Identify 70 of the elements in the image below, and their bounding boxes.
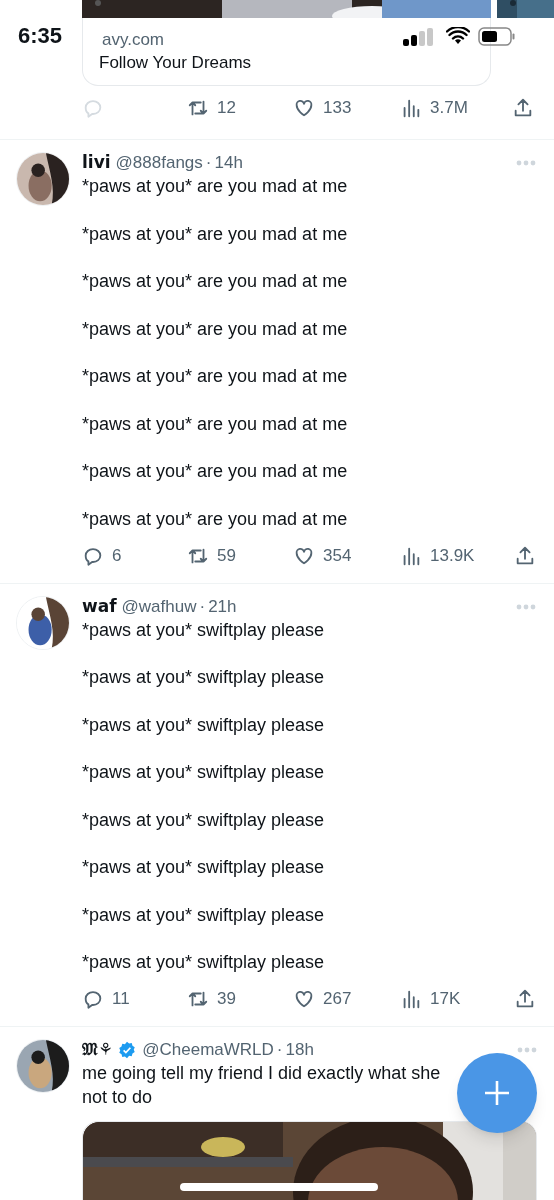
post-text: *paws at you* are you mad at me bbox=[82, 507, 349, 531]
post-text: *paws at you* swiftplay please bbox=[82, 808, 326, 832]
count: 3.7M bbox=[430, 97, 468, 120]
count: 133 bbox=[323, 97, 352, 120]
post-text: not to do bbox=[82, 1086, 154, 1109]
wifi-icon bbox=[446, 27, 470, 45]
post-text: *paws at you* swiftplay please bbox=[82, 666, 326, 689]
post-text: *paws at you* are you mad at me bbox=[82, 175, 349, 198]
share-icon bbox=[512, 97, 534, 119]
link-title: Follow Your Dreams bbox=[99, 52, 253, 74]
post-time: 21h bbox=[208, 595, 237, 618]
count: 13.9K bbox=[430, 544, 475, 567]
signal-icon bbox=[403, 28, 433, 46]
post-text: *paws at you* are you mad at me bbox=[82, 317, 349, 341]
count: 39 bbox=[217, 988, 236, 1011]
post-text: *paws at you* swiftplay please bbox=[82, 856, 326, 879]
views-button[interactable]: 3.7M bbox=[400, 95, 468, 121]
plus-icon bbox=[484, 1080, 510, 1106]
reply-button[interactable]: 11 bbox=[82, 986, 130, 1012]
like-button[interactable]: 354 bbox=[293, 542, 352, 569]
author-handle: @888fangs bbox=[115, 152, 203, 175]
battery-icon bbox=[478, 27, 516, 46]
share-button[interactable] bbox=[512, 97, 534, 119]
post-text: *paws at you* swiftplay please bbox=[82, 713, 326, 737]
post-text: *paws at you* are you mad at me bbox=[82, 365, 349, 388]
separator-dot: · bbox=[199, 595, 206, 618]
post-text: *paws at you* are you mad at me bbox=[82, 222, 349, 246]
count: 12 bbox=[217, 97, 236, 120]
reply-icon bbox=[82, 988, 104, 1010]
count: 11 bbox=[112, 988, 130, 1011]
count: 267 bbox=[323, 988, 352, 1011]
post-text: *paws at you* swiftplay please bbox=[82, 618, 326, 642]
views-button[interactable]: 17K bbox=[400, 986, 461, 1012]
retweet-button[interactable]: 12 bbox=[187, 95, 236, 121]
author-name[interactable]: waf bbox=[82, 593, 117, 620]
compose-button[interactable] bbox=[457, 1053, 537, 1133]
retweet-button[interactable]: 39 bbox=[187, 986, 236, 1012]
count: 59 bbox=[217, 544, 236, 567]
count: 17K bbox=[430, 988, 461, 1011]
author-name[interactable]: 𝔐⚘ bbox=[82, 1037, 114, 1063]
link-card[interactable]: avy.com Follow Your Dreams bbox=[82, 18, 491, 86]
author-handle: @wafhuw bbox=[121, 595, 197, 618]
heart-icon bbox=[293, 988, 315, 1010]
share-icon bbox=[514, 544, 536, 567]
post-text: *paws at you* swiftplay please bbox=[82, 761, 326, 784]
separator-dot: · bbox=[276, 1039, 283, 1062]
post-text: *paws at you* are you mad at me bbox=[82, 412, 349, 436]
post-text: *paws at you* swiftplay please bbox=[82, 903, 326, 927]
share-button[interactable] bbox=[514, 544, 536, 567]
heart-icon bbox=[293, 97, 315, 119]
retweet-button[interactable]: 59 bbox=[187, 542, 236, 569]
post-text: me going tell my friend I did exactly what she bbox=[82, 1062, 442, 1085]
like-button[interactable]: 133 bbox=[293, 95, 352, 121]
share-icon bbox=[514, 988, 536, 1010]
count: 6 bbox=[112, 544, 122, 567]
author-handle: @CheemaWRLD bbox=[142, 1039, 274, 1062]
views-button[interactable]: 13.9K bbox=[400, 542, 475, 569]
post-text: *paws at you* are you mad at me bbox=[82, 270, 349, 293]
link-domain: avy.com bbox=[101, 30, 165, 50]
author-name[interactable]: livi bbox=[82, 150, 111, 176]
count: 354 bbox=[323, 544, 352, 567]
reply-button[interactable]: 6 bbox=[82, 542, 122, 569]
separator-dot: · bbox=[205, 152, 212, 175]
like-button[interactable]: 267 bbox=[293, 986, 352, 1012]
post-time: 14h bbox=[214, 152, 243, 175]
post-text: *paws at you* swiftplay please bbox=[82, 951, 326, 974]
post-text: *paws at you* are you mad at me bbox=[82, 460, 349, 483]
status-time: 6:35 bbox=[18, 22, 63, 50]
share-button[interactable] bbox=[514, 988, 536, 1010]
post-time: 18h bbox=[285, 1039, 314, 1062]
